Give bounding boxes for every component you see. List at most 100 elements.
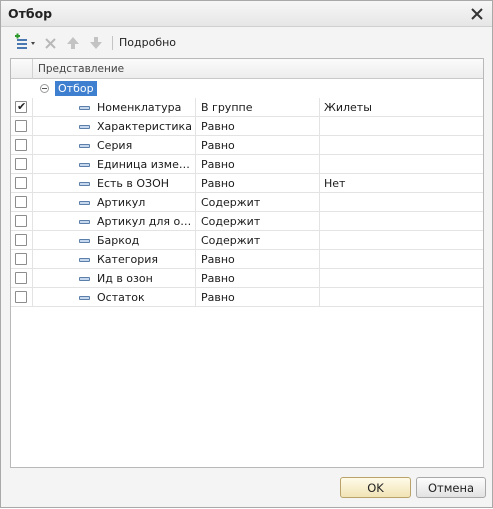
- check-cell: [11, 155, 33, 174]
- filter-row[interactable]: ✔ Номенклатура В группе Жилеты: [11, 98, 483, 117]
- filter-row[interactable]: Характеристика Равно: [11, 117, 483, 136]
- use-checkbox[interactable]: [15, 253, 27, 265]
- condition-cell[interactable]: Равно: [201, 158, 316, 171]
- filter-dialog: Отбор Подробно Представление Отбор ✔ Ном…: [0, 0, 493, 508]
- check-cell: [11, 193, 33, 212]
- use-checkbox[interactable]: [15, 139, 27, 151]
- use-checkbox[interactable]: [15, 291, 27, 303]
- column-separator: [195, 174, 196, 193]
- column-separator: [319, 174, 320, 193]
- arrow-down-icon: [90, 37, 102, 49]
- field-name[interactable]: Артикул: [97, 196, 195, 209]
- column-separator: [195, 212, 196, 231]
- field-name[interactable]: Категория: [97, 253, 195, 266]
- filter-row[interactable]: Ид в озон Равно: [11, 269, 483, 288]
- toolbar: Подробно: [1, 29, 492, 57]
- collapse-icon[interactable]: [40, 84, 49, 93]
- condition-cell[interactable]: В группе: [201, 101, 316, 114]
- use-checkbox[interactable]: [15, 120, 27, 132]
- column-separator: [319, 231, 320, 250]
- use-checkbox[interactable]: ✔: [15, 100, 27, 113]
- column-separator: [195, 117, 196, 136]
- filter-row[interactable]: Категория Равно: [11, 250, 483, 269]
- check-cell: ✔: [11, 98, 33, 117]
- group-row[interactable]: Отбор: [11, 79, 483, 98]
- field-name[interactable]: Характеристика: [97, 120, 195, 133]
- filter-row[interactable]: Серия Равно: [11, 136, 483, 155]
- field-name[interactable]: Номенклатура: [97, 101, 195, 114]
- field-icon: [79, 125, 90, 129]
- column-separator: [319, 117, 320, 136]
- field-icon: [79, 258, 90, 262]
- field-icon: [79, 296, 90, 300]
- column-separator: [195, 269, 196, 288]
- column-separator: [319, 136, 320, 155]
- condition-cell[interactable]: Равно: [201, 139, 316, 152]
- field-name[interactable]: Серия: [97, 139, 195, 152]
- toolbar-separator: [112, 36, 113, 50]
- condition-cell[interactable]: Равно: [201, 272, 316, 285]
- column-separator: [319, 98, 320, 117]
- use-checkbox[interactable]: [15, 177, 27, 189]
- field-name[interactable]: Единица измере…: [97, 158, 195, 171]
- column-separator: [319, 212, 320, 231]
- add-condition-button[interactable]: [12, 33, 36, 53]
- field-icon: [79, 182, 90, 186]
- column-separator: [195, 193, 196, 212]
- column-separator: [319, 288, 320, 307]
- filter-row[interactable]: Единица измере… Равно: [11, 155, 483, 174]
- use-checkbox[interactable]: [15, 158, 27, 170]
- condition-cell[interactable]: Содержит: [201, 215, 316, 228]
- move-up-button[interactable]: [65, 33, 81, 53]
- column-separator: [319, 269, 320, 288]
- field-icon: [79, 163, 90, 167]
- check-cell: [11, 250, 33, 269]
- column-separator: [319, 250, 320, 269]
- add-condition-icon: [15, 33, 35, 49]
- check-cell: [11, 117, 33, 136]
- column-separator: [319, 155, 320, 174]
- condition-cell[interactable]: Содержит: [201, 234, 316, 247]
- close-button[interactable]: [468, 5, 486, 23]
- condition-cell[interactable]: Равно: [201, 291, 316, 304]
- move-down-button[interactable]: [88, 33, 104, 53]
- check-cell: [11, 212, 33, 231]
- arrow-up-icon: [67, 37, 79, 49]
- field-name[interactable]: Есть в ОЗОН: [97, 177, 195, 190]
- dialog-footer: OK Отмена: [1, 473, 492, 509]
- field-icon: [79, 239, 90, 243]
- ok-button[interactable]: OK: [340, 477, 411, 498]
- value-cell[interactable]: Нет: [324, 177, 474, 190]
- column-separator: [195, 231, 196, 250]
- filter-row[interactable]: Есть в ОЗОН Равно Нет: [11, 174, 483, 193]
- field-name[interactable]: Артикул для озон: [97, 215, 195, 228]
- filter-row[interactable]: Артикул Содержит: [11, 193, 483, 212]
- condition-cell[interactable]: Равно: [201, 120, 316, 133]
- field-name[interactable]: Ид в озон: [97, 272, 195, 285]
- field-name[interactable]: Баркод: [97, 234, 195, 247]
- condition-cell[interactable]: Содержит: [201, 196, 316, 209]
- filter-row[interactable]: Баркод Содержит: [11, 231, 483, 250]
- value-cell[interactable]: Жилеты: [324, 101, 474, 114]
- use-checkbox[interactable]: [15, 234, 27, 246]
- check-cell: [11, 231, 33, 250]
- condition-cell[interactable]: Равно: [201, 253, 316, 266]
- filter-row[interactable]: Артикул для озон Содержит: [11, 212, 483, 231]
- group-label[interactable]: Отбор: [55, 81, 97, 96]
- check-cell: [11, 174, 33, 193]
- cancel-button[interactable]: Отмена: [416, 477, 486, 498]
- use-checkbox[interactable]: [15, 272, 27, 284]
- header-representation[interactable]: Представление: [38, 63, 124, 75]
- delete-button[interactable]: [43, 33, 59, 53]
- details-button[interactable]: Подробно: [119, 36, 176, 49]
- check-cell: [11, 288, 33, 307]
- filter-row[interactable]: Остаток Равно: [11, 288, 483, 307]
- grid-header: Представление: [11, 59, 483, 79]
- header-check-column: [11, 59, 33, 79]
- window-title: Отбор: [8, 6, 53, 21]
- field-icon: [79, 106, 90, 110]
- use-checkbox[interactable]: [15, 196, 27, 208]
- field-name[interactable]: Остаток: [97, 291, 195, 304]
- use-checkbox[interactable]: [15, 215, 27, 227]
- condition-cell[interactable]: Равно: [201, 177, 316, 190]
